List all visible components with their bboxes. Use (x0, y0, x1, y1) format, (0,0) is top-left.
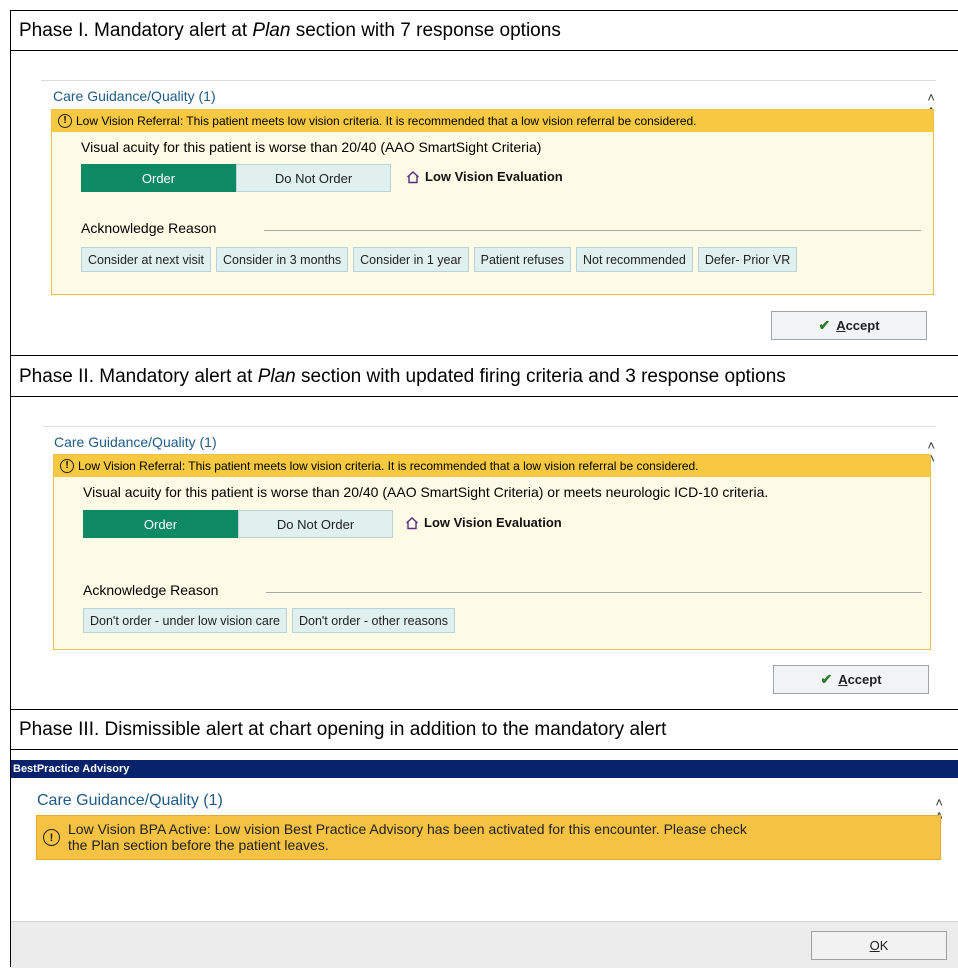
ok-label: OK (869, 938, 889, 953)
bpa-window-title: BestPractice Advisory (11, 760, 958, 778)
phase1-title: Phase I. Mandatory alert at Plan section… (11, 11, 958, 51)
phase2-accept-button[interactable]: ✔ Accept (773, 665, 929, 694)
reason-option[interactable]: Not recommended (576, 247, 693, 272)
reason-option[interactable]: Consider at next visit (81, 247, 212, 272)
figure-frame: Phase I. Mandatory alert at Plan section… (10, 10, 958, 968)
section-divider (41, 80, 936, 81)
phase3-alert: ! Low Vision BPA Active: Low vision Best… (36, 815, 941, 860)
ack-divider (264, 230, 921, 231)
phase3-panel: BestPractice Advisory Care Guidance/Qual… (11, 750, 958, 968)
reason-option[interactable]: Patient refuses (473, 247, 571, 272)
ack-divider (266, 592, 922, 593)
checkmark-icon: ✔ (818, 317, 831, 333)
phase2-panel: Care Guidance/Quality (1) ˄ ˄ ! Low Visio… (11, 397, 958, 710)
phase1-alert-box: ! Low Vision Referral: This patient meet… (51, 109, 934, 295)
low-vision-evaluation-link[interactable]: Low Vision Evaluation (405, 515, 562, 530)
phase2-section-title: Care Guidance/Quality (1) (54, 434, 217, 450)
checkmark-icon: ✔ (820, 671, 833, 687)
phase3-alert-line2: the Plan section before the patient leav… (68, 837, 329, 853)
phase2-criteria: Visual acuity for this patient is worse … (83, 484, 769, 500)
phase2-reasons: Don't order - under low vision care Don'… (83, 608, 455, 633)
phase2-alert-text: Low Vision Referral: This patient meets … (78, 459, 699, 473)
exclamation-circle-icon: ! (60, 459, 74, 473)
ok-button[interactable]: OK (811, 931, 947, 960)
section-divider (43, 426, 936, 427)
phase1-alert-header: ! Low Vision Referral: This patient meet… (52, 110, 933, 132)
phase2-alert-box: ! Low Vision Referral: This patient meet… (53, 454, 931, 650)
phase1-title-pre: Phase I. Mandatory alert at (19, 20, 248, 41)
exclamation-circle-icon: ! (43, 829, 60, 846)
phase3-title: Phase III. Dismissible alert at chart op… (11, 710, 958, 750)
phase1-criteria: Visual acuity for this patient is worse … (81, 139, 542, 155)
phase3-alert-line1: Low Vision BPA Active: Low vision Best P… (68, 821, 747, 837)
phase2-accept-label: Accept (838, 672, 882, 687)
phase2-alert-header: ! Low Vision Referral: This patient meet… (54, 455, 930, 477)
order-button[interactable]: Order (81, 164, 236, 192)
phase2-title-em: Plan (257, 365, 296, 387)
reason-option[interactable]: Consider in 1 year (353, 247, 469, 272)
phase1-ack-label: Acknowledge Reason (81, 220, 217, 236)
phase1-accept-label: Accept (836, 318, 880, 333)
phase3-alert-message: Low Vision BPA Active: Low vision Best P… (68, 821, 934, 853)
phase1-alert-text: Low Vision Referral: This patient meets … (76, 114, 697, 128)
phase1-section-title: Care Guidance/Quality (1) (53, 88, 216, 104)
reason-option[interactable]: Defer- Prior VR (697, 247, 798, 272)
low-vision-evaluation-label: Low Vision Evaluation (424, 515, 562, 530)
phase2-title-post: section with updated firing criteria and… (301, 365, 786, 387)
phase1-title-em: Plan (252, 20, 291, 41)
phase3-section-title: Care Guidance/Quality (1) (37, 792, 223, 809)
phase2-title: Phase II. Mandatory alert at Plan sectio… (11, 356, 958, 397)
order-button[interactable]: Order (83, 510, 238, 538)
house-icon (407, 170, 419, 183)
low-vision-evaluation-label: Low Vision Evaluation (425, 169, 563, 184)
exclamation-circle-icon: ! (58, 114, 72, 128)
reason-option[interactable]: Don't order - other reasons (291, 608, 455, 633)
low-vision-evaluation-link[interactable]: Low Vision Evaluation (406, 169, 563, 184)
house-icon (406, 516, 418, 529)
phase1-title-post: section with 7 response options (295, 20, 561, 41)
reason-option[interactable]: Don't order - under low vision care (83, 608, 287, 633)
do-not-order-button[interactable]: Do Not Order (238, 510, 393, 538)
do-not-order-button[interactable]: Do Not Order (236, 164, 391, 192)
phase1-accept-button[interactable]: ✔ Accept (771, 311, 927, 340)
cursor-mark (10, 333, 11, 355)
phase1-reasons: Consider at next visit Consider in 3 mon… (81, 247, 798, 272)
phase2-title-pre: Phase II. Mandatory alert at (19, 365, 253, 387)
phase3-footer: OK (11, 921, 958, 968)
phase2-ack-label: Acknowledge Reason (83, 582, 219, 598)
phase1-panel: Care Guidance/Quality (1) ˄˄ ! Low Visio… (10, 51, 958, 356)
reason-option[interactable]: Consider in 3 months (216, 247, 349, 272)
